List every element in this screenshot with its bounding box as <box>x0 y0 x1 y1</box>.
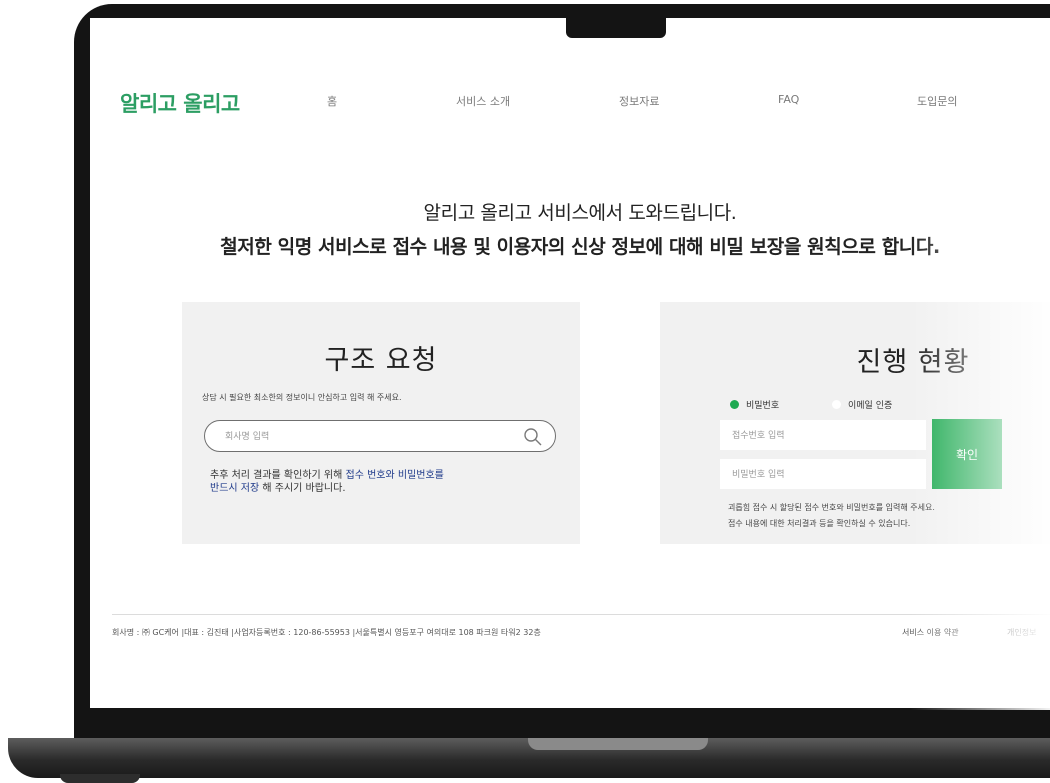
password-radio-label[interactable]: 비밀번호 <box>746 398 779 411</box>
hero-subtitle: 철저한 익명 서비스로 접수 내용 및 이용자의 신상 정보에 대해 비밀 보장… <box>220 236 940 258</box>
terms-link[interactable]: 서비스 이용 약관 <box>902 627 959 638</box>
laptop-foot <box>60 774 140 783</box>
privacy-link[interactable]: 개인정보 <box>1007 627 1036 638</box>
password-input[interactable] <box>730 466 920 484</box>
nav-home[interactable]: 홈 <box>327 93 337 109</box>
rescue-request-subtitle: 상담 시 필요한 최소한의 정보이니 안심하고 입력 해 주세요. <box>202 393 402 402</box>
laptop-base-notch <box>528 738 708 750</box>
status-help-text-2: 접수 내용에 대한 처리결과 등을 확인하실 수 있습니다. <box>728 519 911 528</box>
progress-status-title: 진행 현황 <box>856 347 970 378</box>
webcam-notch <box>566 4 666 38</box>
receipt-number-field[interactable] <box>720 420 926 450</box>
rescue-request-panel: 구조 요청 상담 시 필요한 최소한의 정보이니 안심하고 입력 해 주세요. … <box>182 302 580 544</box>
receipt-number-input[interactable] <box>730 427 920 445</box>
search-icon[interactable] <box>523 427 543 447</box>
email-radio[interactable] <box>832 400 841 409</box>
company-info: 회사명 : ㈜ GC케어 |대표 : 김진태 |사업자등록번호 : 120-86… <box>112 628 541 637</box>
nav-faq[interactable]: FAQ <box>778 93 799 106</box>
footer-divider <box>112 614 1050 615</box>
nav-inquiry[interactable]: 도입문의 <box>917 93 957 109</box>
nav-resources[interactable]: 정보자료 <box>619 93 659 109</box>
site-logo[interactable]: 알리고 올리고 <box>120 88 240 118</box>
confirm-button[interactable]: 확인 <box>932 419 1002 489</box>
save-notice: 추후 처리 결과를 확인하기 위해 접수 번호와 비밀번호를 반드시 저장 해 … <box>210 469 444 495</box>
password-field[interactable] <box>720 459 926 489</box>
save-notice-text-2: 해 주시기 바랍니다. <box>259 483 346 494</box>
progress-status-panel: 진행 현황 비밀번호 이메일 인증 확인 괴롭힘 접수 시 할당된 접수 번호와… <box>660 302 1050 544</box>
save-notice-highlight-2: 반드시 저장 <box>210 483 260 494</box>
hero-title: 알리고 올리고 서비스에서 도와드립니다. <box>423 202 737 224</box>
rescue-request-title: 구조 요청 <box>324 345 438 376</box>
company-name-input[interactable] <box>223 427 507 447</box>
nav-service-intro[interactable]: 서비스 소개 <box>456 93 510 109</box>
company-search-field[interactable] <box>204 420 556 452</box>
browser-screen: 알리고 올리고 홈 서비스 소개 정보자료 FAQ 도입문의 알리고 올리고 서… <box>90 18 1050 708</box>
save-notice-highlight-1: 접수 번호와 비밀번호를 <box>345 470 444 481</box>
password-radio[interactable] <box>730 400 739 409</box>
save-notice-text-1: 추후 처리 결과를 확인하기 위해 <box>210 470 346 481</box>
email-radio-label[interactable]: 이메일 인증 <box>848 398 892 411</box>
status-help-text-1: 괴롭힘 접수 시 할당된 접수 번호와 비밀번호를 입력해 주세요. <box>728 503 935 512</box>
